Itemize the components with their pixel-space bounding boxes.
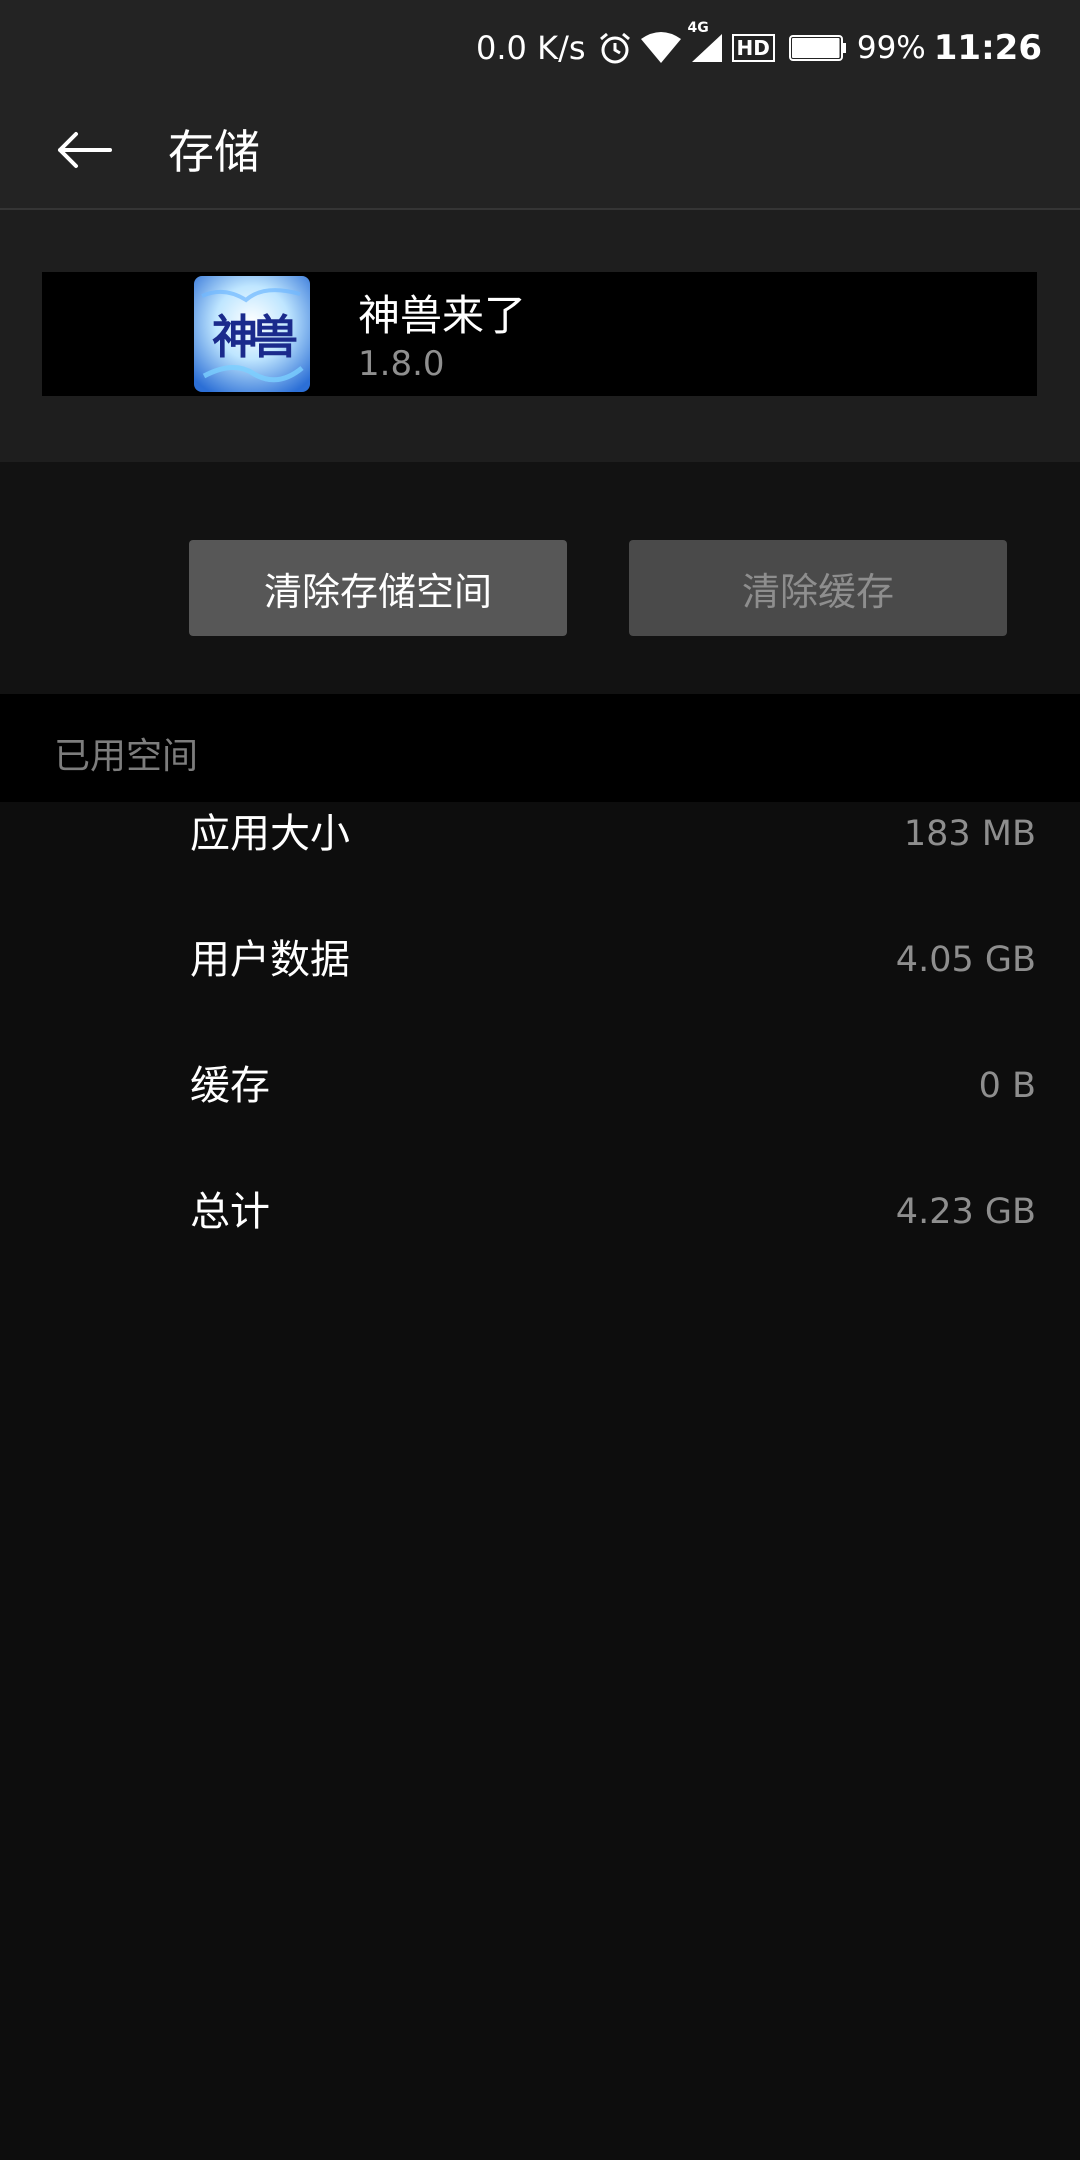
storage-row-cache: 缓存 0 B [0, 1054, 1080, 1180]
row-label: 应用大小 [190, 811, 350, 857]
page-title: 存储 [168, 125, 260, 179]
used-space-header: 已用空间 [0, 694, 1080, 802]
network-type-label: 4G [687, 20, 709, 36]
alarm-icon [598, 31, 632, 65]
app-info-card: 神兽 神兽来了 1.8.0 [42, 272, 1037, 396]
back-arrow-icon [56, 130, 112, 174]
status-bar: 0.0 K/s 4G HD 99% 11:26 [0, 0, 1080, 96]
action-buttons-section: 清除存储空间 清除缓存 [0, 462, 1080, 694]
row-label: 总计 [190, 1189, 270, 1235]
row-value: 4.05 GB [895, 940, 1036, 980]
app-bar: 存储 [0, 96, 1080, 210]
storage-row-app-size: 应用大小 183 MB [0, 802, 1080, 928]
storage-row-total: 总计 4.23 GB [0, 1180, 1080, 1306]
battery-percent: 99% [856, 30, 926, 66]
status-bar-right: 0.0 K/s 4G HD 99% 11:26 [476, 0, 1042, 96]
hd-label: HD [731, 34, 775, 62]
row-label: 缓存 [190, 1063, 270, 1109]
row-label: 用户数据 [190, 937, 350, 983]
clock: 11:26 [933, 28, 1042, 68]
signal-icon: 4G [688, 20, 724, 64]
storage-row-user-data: 用户数据 4.05 GB [0, 928, 1080, 1054]
wifi-icon [640, 31, 682, 65]
battery-icon [788, 34, 847, 62]
net-speed: 0.0 K/s [476, 29, 586, 67]
back-button[interactable] [40, 110, 128, 194]
hd-icon: HD [731, 34, 775, 62]
app-version: 1.8.0 [358, 344, 445, 384]
app-icon-text: 神兽 [212, 310, 298, 364]
app-header-section: 神兽 神兽来了 1.8.0 [0, 210, 1080, 462]
app-name: 神兽来了 [358, 291, 527, 340]
row-value: 0 B [978, 1066, 1036, 1106]
app-icon: 神兽 [194, 276, 310, 392]
row-value: 183 MB [903, 814, 1036, 854]
row-value: 4.23 GB [895, 1192, 1036, 1232]
clear-cache-button[interactable]: 清除缓存 [629, 540, 1007, 636]
clear-storage-button[interactable]: 清除存储空间 [189, 540, 567, 636]
